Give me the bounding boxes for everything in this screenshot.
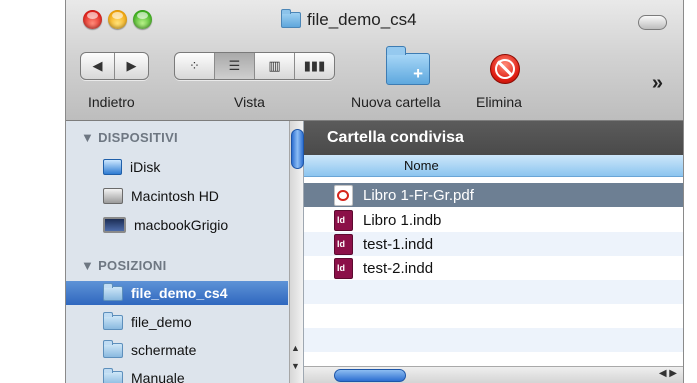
window-title: file_demo_cs4 <box>281 9 417 30</box>
sidebar-item-file-demo[interactable]: file_demo <box>66 310 288 334</box>
back-button[interactable]: ◀ <box>81 53 115 79</box>
file-name: Libro 1.indb <box>363 211 442 229</box>
sidebar-item-label: macbookGrigio <box>134 217 229 233</box>
idisk-icon <box>103 159 122 175</box>
sidebar-item-schermate[interactable]: schermate <box>66 338 288 362</box>
sidebar-item-file-demo-cs4[interactable]: file_demo_cs4 <box>66 281 288 305</box>
new-folder-label[interactable]: Nuova cartella <box>351 94 441 110</box>
empty-row <box>304 328 683 352</box>
window-title-text: file_demo_cs4 <box>307 10 417 29</box>
indesign-file-icon <box>334 209 353 231</box>
scroll-down-icon[interactable]: ▼ <box>291 361 300 371</box>
view-buttons: ⁘ ☰ ▥ ▮▮▮ <box>174 52 335 80</box>
folder-icon <box>103 339 123 358</box>
folder-icon <box>103 282 123 301</box>
sidebar: ▼ DISPOSITIVI iDisk Macintosh HD macbook… <box>66 121 304 383</box>
places-header[interactable]: ▼ POSIZIONI <box>81 258 167 273</box>
sidebar-item-label: file_demo_cs4 <box>131 285 228 301</box>
folder-header: Cartella condivisa <box>304 121 683 155</box>
close-button[interactable] <box>83 10 102 29</box>
scroll-thumb[interactable] <box>291 129 304 169</box>
indesign-file-icon <box>334 233 353 255</box>
sidebar-item-macintosh-hd[interactable]: Macintosh HD <box>66 184 288 208</box>
hard-drive-icon <box>103 188 123 204</box>
more-toolbar-icon[interactable]: » <box>652 72 663 95</box>
sidebar-item-label: file_demo <box>131 314 192 330</box>
scroll-up-icon[interactable]: ▲ <box>291 343 300 353</box>
sidebar-item-label: Manuale <box>131 370 185 383</box>
empty-row <box>304 304 683 328</box>
laptop-icon <box>103 217 126 233</box>
new-folder-icon[interactable]: + <box>386 46 430 85</box>
delete-label[interactable]: Elimina <box>476 94 522 110</box>
devices-header[interactable]: ▼ DISPOSITIVI <box>81 130 178 145</box>
folder-icon <box>281 9 301 28</box>
toolbar-toggle-button[interactable] <box>638 15 667 30</box>
icon-view-button[interactable]: ⁘ <box>175 53 215 79</box>
coverflow-view-button[interactable]: ▮▮▮ <box>295 53 334 79</box>
forward-button[interactable]: ▶ <box>115 53 148 79</box>
file-row[interactable]: Libro 1-Fr-Gr.pdf <box>304 183 683 207</box>
finder-window: file_demo_cs4 ◀ ▶ ⁘ ☰ ▥ ▮▮▮ Indietro Vis… <box>65 0 684 383</box>
file-list-pane: Cartella condivisa Nome Libro 1-Fr-Gr.pd… <box>304 121 683 383</box>
back-label: Indietro <box>88 94 135 110</box>
minimize-button[interactable] <box>108 10 127 29</box>
sidebar-item-label: Macintosh HD <box>131 188 219 204</box>
sidebar-item-label: iDisk <box>130 159 161 175</box>
file-row[interactable]: Libro 1.indb <box>304 208 683 232</box>
horizontal-scrollbar[interactable]: ◀ ▶ <box>304 366 683 383</box>
sidebar-item-label: schermate <box>131 342 197 358</box>
sidebar-scrollbar[interactable]: ▲ ▼ <box>289 121 304 383</box>
folder-icon <box>103 367 123 383</box>
nav-buttons: ◀ ▶ <box>80 52 149 80</box>
scroll-arrows-icon[interactable]: ◀ ▶ <box>659 368 677 379</box>
delete-icon[interactable] <box>490 54 520 84</box>
pdf-file-icon <box>334 184 353 206</box>
file-row[interactable]: test-2.indd <box>304 256 683 280</box>
indesign-file-icon <box>334 257 353 279</box>
column-view-button[interactable]: ▥ <box>255 53 295 79</box>
file-name: test-2.indd <box>363 259 434 277</box>
sidebar-item-idisk[interactable]: iDisk <box>66 155 288 179</box>
list-view-button[interactable]: ☰ <box>215 53 255 79</box>
zoom-button[interactable] <box>133 10 152 29</box>
file-name: Libro 1-Fr-Gr.pdf <box>363 186 474 204</box>
file-name: test-1.indd <box>363 235 434 253</box>
scroll-thumb[interactable] <box>334 369 406 382</box>
empty-row <box>304 280 683 304</box>
sidebar-item-manuale[interactable]: Manuale <box>66 366 288 383</box>
folder-icon <box>103 311 123 330</box>
sidebar-item-macbookgrigio[interactable]: macbookGrigio <box>66 213 288 237</box>
view-label: Vista <box>234 94 265 110</box>
file-row[interactable]: test-1.indd <box>304 232 683 256</box>
column-header-name[interactable]: Nome <box>304 155 683 177</box>
title-toolbar: file_demo_cs4 ◀ ▶ ⁘ ☰ ▥ ▮▮▮ Indietro Vis… <box>66 0 683 121</box>
